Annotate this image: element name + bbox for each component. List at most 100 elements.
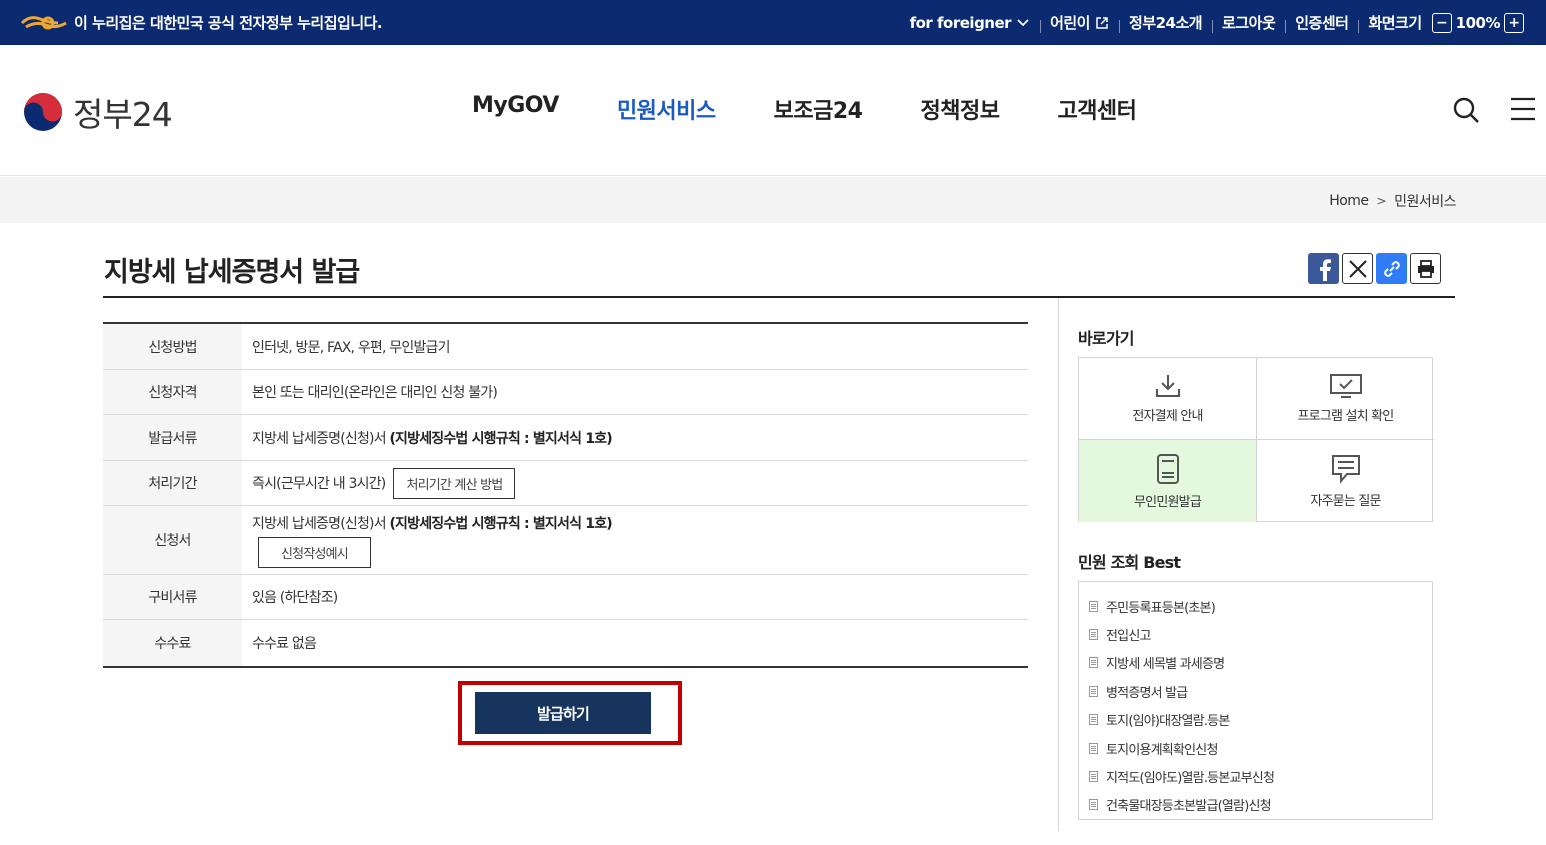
shortcut-label: 프로그램 설치 확인 xyxy=(1297,409,1395,424)
shortcut-kiosk[interactable]: 무인민원발급 xyxy=(1079,440,1257,522)
cert-center-link[interactable]: 인증센터 xyxy=(1285,12,1358,33)
document-form-ref: (지방세징수법 시행규칙 : 별지서식 1호) xyxy=(389,430,612,447)
nav-civil-service[interactable]: 민원서비스 xyxy=(617,93,716,125)
share-x-button[interactable] xyxy=(1342,253,1373,284)
cert-center-label: 인증센터 xyxy=(1295,14,1349,32)
document-icon xyxy=(1089,629,1098,641)
gov-notice-text: 이 누리집은 대한민국 공식 전자정부 누리집입니다. xyxy=(74,14,383,32)
chevron-down-icon xyxy=(1017,18,1029,26)
row-value: 지방세 납세증명(신청)서 (지방세징수법 시행규칙 : 별지서식 1호) 신청… xyxy=(242,506,1028,574)
gov-notice: 이 누리집은 대한민국 공식 전자정부 누리집입니다. xyxy=(20,12,383,33)
screen-size-control: 화면크기 − 100% + xyxy=(1358,12,1538,33)
application-form-text: 지방세 납세증명(신청)서 xyxy=(252,515,387,532)
list-item[interactable]: 주민등록표등본(초본) xyxy=(1089,592,1432,620)
row-label: 수수료 xyxy=(103,620,242,666)
copy-link-button[interactable] xyxy=(1376,253,1407,284)
zoom-in-button[interactable]: + xyxy=(1504,12,1524,33)
breadcrumb-bar: Home > 민원서비스 xyxy=(0,177,1546,223)
print-button[interactable] xyxy=(1410,253,1441,284)
foreigner-link[interactable]: for foreigner xyxy=(900,14,1040,32)
table-row: 수수료 수수료 없음 xyxy=(103,620,1028,666)
search-icon xyxy=(1453,97,1479,123)
gov-banner: 이 누리집은 대한민국 공식 전자정부 누리집입니다. for foreigne… xyxy=(0,0,1546,45)
shortcut-label: 무인민원발급 xyxy=(1134,494,1202,510)
list-item[interactable]: 건축물대장등초본발급(열람)신청 xyxy=(1089,791,1432,819)
best-list: 주민등록표등본(초본) 전입신고 지방세 세목별 과세증명 병적증명서 발급 토… xyxy=(1078,581,1433,820)
method-text: 인터넷, 방문, FAX, 우편, 무인발급기 xyxy=(252,339,451,356)
list-item[interactable]: 전입신고 xyxy=(1089,620,1432,648)
shortcut-program-check[interactable]: 프로그램 설치 확인 xyxy=(1257,358,1434,440)
issue-button[interactable]: 발급하기 xyxy=(475,692,651,734)
nav-customer-center[interactable]: 고객센터 xyxy=(1057,93,1136,125)
document-icon xyxy=(1089,657,1098,669)
table-row: 구비서류 있음 (하단참조) xyxy=(103,575,1028,620)
list-item[interactable]: 지적도(임야도)열람.등본교부신청 xyxy=(1089,762,1432,790)
required-docs-text: 있음 (하단참조) xyxy=(252,590,338,606)
shortcut-e-payment[interactable]: 전자결제 안내 xyxy=(1079,358,1257,440)
table-row: 신청방법 인터넷, 방문, FAX, 우편, 무인발급기 xyxy=(103,324,1028,370)
eligibility-text: 본인 또는 대리인(온라인은 대리인 신청 불가) xyxy=(252,385,498,401)
list-item[interactable]: 지방세 세목별 과세증명 xyxy=(1089,649,1432,677)
processing-time-calc-button[interactable]: 처리기간 계산 방법 xyxy=(393,467,516,499)
kiosk-icon xyxy=(1156,453,1179,484)
list-item-label: 토지(임야)대장열람.등본 xyxy=(1106,714,1230,730)
list-item-label: 병적증명서 발급 xyxy=(1106,685,1188,701)
column-divider xyxy=(1058,298,1059,831)
breadcrumb-current[interactable]: 민원서비스 xyxy=(1394,191,1456,211)
list-item-label: 토지이용계획확인신청 xyxy=(1106,742,1218,758)
screen-size-label: 화면크기 xyxy=(1368,14,1422,32)
list-item-label: 전입신고 xyxy=(1106,629,1151,645)
table-row: 신청서 지방세 납세증명(신청)서 (지방세징수법 시행규칙 : 별지서식 1호… xyxy=(103,506,1028,575)
row-value: 있음 (하단참조) xyxy=(242,575,1028,619)
breadcrumb-separator-icon: > xyxy=(1376,194,1387,208)
zoom-out-button[interactable]: − xyxy=(1431,12,1452,33)
hamburger-menu-icon xyxy=(1511,97,1535,121)
table-row: 신청자격 본인 또는 대리인(온라인은 대리인 신청 불가) xyxy=(103,370,1028,415)
list-item[interactable]: 병적증명서 발급 xyxy=(1089,677,1432,705)
row-value: 인터넷, 방문, FAX, 우편, 무인발급기 xyxy=(242,324,1028,369)
nav-subsidy24[interactable]: 보조금24 xyxy=(774,93,863,125)
site-header: 정부24 MyGOV 민원서비스 보조금24 정책정보 고객센터 xyxy=(0,45,1546,176)
document-text: 지방세 납세증명(신청)서 xyxy=(252,430,387,447)
link-icon xyxy=(1383,260,1400,277)
table-row: 발급서류 지방세 납세증명(신청)서 (지방세징수법 시행규칙 : 별지서식 1… xyxy=(103,415,1028,461)
row-label: 신청방법 xyxy=(103,324,242,369)
application-example-button[interactable]: 신청작성예시 xyxy=(258,536,371,568)
external-link-icon xyxy=(1096,16,1108,29)
processing-time-text: 즉시(근무시간 내 3시간) xyxy=(252,476,386,492)
row-label: 처리기간 xyxy=(103,461,242,505)
shortcuts-grid: 전자결제 안내 프로그램 설치 확인 무인민원발급 자주묻는 질문 xyxy=(1078,357,1434,522)
best-title: 민원 조회 Best xyxy=(1078,553,1181,572)
kids-link[interactable]: 어린이 xyxy=(1040,12,1119,33)
site-logo[interactable]: 정부24 xyxy=(21,88,173,136)
search-button[interactable] xyxy=(1452,96,1480,128)
list-item-label: 지방세 세목별 과세증명 xyxy=(1106,657,1225,673)
breadcrumb-home[interactable]: Home xyxy=(1329,193,1369,209)
list-item[interactable]: 토지이용계획확인신청 xyxy=(1089,734,1432,762)
table-row: 처리기간 즉시(근무시간 내 3시간) 처리기간 계산 방법 xyxy=(103,461,1028,506)
document-icon xyxy=(1089,714,1098,726)
row-value: 수수료 없음 xyxy=(242,620,1028,666)
row-value: 지방세 납세증명(신청)서 (지방세징수법 시행규칙 : 별지서식 1호) xyxy=(242,415,1028,460)
list-item-label: 건축물대장등초본발급(열람)신청 xyxy=(1106,799,1272,815)
shortcut-faq[interactable]: 자주묻는 질문 xyxy=(1257,440,1434,522)
row-label: 신청자격 xyxy=(103,370,242,414)
logout-label: 로그아웃 xyxy=(1222,14,1276,32)
nav-mygov[interactable]: MyGOV xyxy=(472,93,559,125)
logout-link[interactable]: 로그아웃 xyxy=(1212,12,1285,33)
foreigner-label: for foreigner xyxy=(909,13,1012,32)
share-facebook-button[interactable] xyxy=(1308,253,1339,284)
list-item-label: 지적도(임야도)열람.등본교부신청 xyxy=(1106,771,1275,787)
list-item[interactable]: 토지(임야)대장열람.등본 xyxy=(1089,706,1432,734)
row-value: 즉시(근무시간 내 3시간) 처리기간 계산 방법 xyxy=(242,461,1028,505)
page-title: 지방세 납세증명서 발급 xyxy=(104,257,360,288)
kids-label: 어린이 xyxy=(1050,14,1090,32)
shortcut-label: 전자결제 안내 xyxy=(1132,409,1203,424)
nav-policy-info[interactable]: 정책정보 xyxy=(920,93,999,125)
gov-emblem-icon xyxy=(20,15,67,29)
document-icon xyxy=(1089,685,1098,697)
about-link[interactable]: 정부24소개 xyxy=(1118,12,1212,33)
fee-text: 수수료 없음 xyxy=(252,636,317,652)
all-menu-button[interactable] xyxy=(1510,97,1536,125)
application-form-ref: (지방세징수법 시행규칙 : 별지서식 1호) xyxy=(389,515,612,532)
